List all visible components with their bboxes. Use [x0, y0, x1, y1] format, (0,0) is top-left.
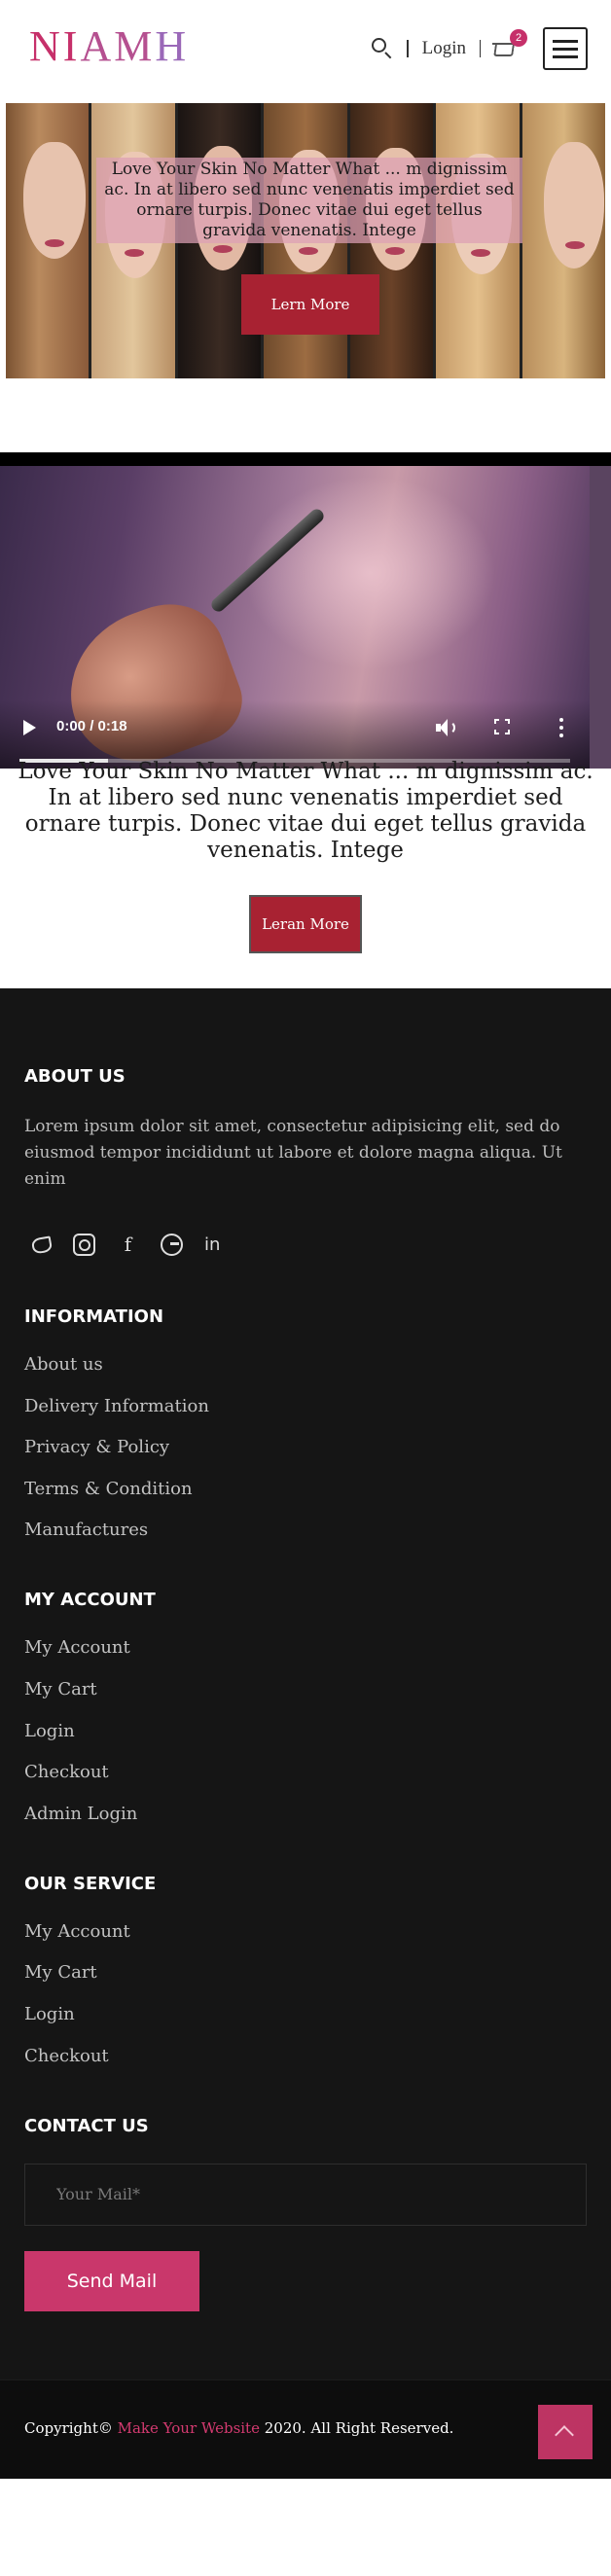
- header-actions: Login 2: [370, 27, 588, 70]
- footer-link-login[interactable]: Login: [24, 1721, 587, 1742]
- video-time: 0:00 / 0:18: [56, 718, 127, 734]
- footer-link-checkout[interactable]: Checkout: [24, 1762, 587, 1783]
- service-link-checkout[interactable]: Checkout: [24, 2046, 587, 2067]
- fullscreen-icon[interactable]: [494, 719, 510, 734]
- bottom-bar: Copyright© Make Your Website 2020. All R…: [0, 2379, 611, 2479]
- play-icon[interactable]: [23, 720, 36, 735]
- learn-more-button[interactable]: Lern More: [241, 274, 379, 335]
- hero-banner: Love Your Skin No Matter What ... m dign…: [6, 103, 605, 378]
- footer-link-my-account[interactable]: My Account: [24, 1637, 587, 1659]
- my-account-heading: MY ACCOUNT: [24, 1590, 156, 1611]
- spacer: [0, 961, 611, 988]
- footer-link-privacy-policy[interactable]: Privacy & Policy: [24, 1437, 587, 1458]
- volume-icon[interactable]: [436, 718, 455, 737]
- mail-input[interactable]: [24, 2163, 587, 2226]
- google-icon[interactable]: [161, 1234, 183, 1256]
- our-service-heading: OUR SERVICE: [24, 1873, 157, 1894]
- linkedin-icon[interactable]: in: [204, 1234, 227, 1256]
- footer-link-my-cart[interactable]: My Cart: [24, 1679, 587, 1700]
- about-text: Lorem ipsum dolor sit amet, consectetur …: [24, 1117, 562, 1189]
- service-link-login[interactable]: Login: [24, 2004, 587, 2025]
- hero-photo: [521, 103, 605, 378]
- site-logo[interactable]: NIAMH: [29, 21, 189, 71]
- chevron-up-icon: [555, 2424, 574, 2445]
- about-heading: ABOUT US: [24, 1066, 126, 1087]
- information-list: About us Delivery Information Privacy & …: [24, 1354, 587, 1541]
- contact-heading: CONTACT US: [24, 2115, 149, 2136]
- login-link[interactable]: Login: [422, 38, 466, 59]
- brand-link[interactable]: Make Your Website: [118, 2419, 260, 2437]
- my-account-list: My Account My Cart Login Checkout Admin …: [24, 1637, 587, 1824]
- divider: [480, 40, 481, 57]
- copyright-suffix: 2020. All Right Reserved.: [264, 2418, 454, 2437]
- our-service-list: My Account My Cart Login Checkout: [24, 1921, 587, 2067]
- divider: [406, 40, 409, 57]
- leran-more-button[interactable]: Leran More: [249, 895, 362, 953]
- service-link-my-cart[interactable]: My Cart: [24, 1962, 587, 1984]
- search-icon[interactable]: [370, 36, 395, 61]
- send-mail-button[interactable]: Send Mail: [24, 2250, 199, 2311]
- footer-link-delivery-information[interactable]: Delivery Information: [24, 1396, 587, 1417]
- cart-count-badge: 2: [510, 29, 527, 47]
- footer-link-about-us[interactable]: About us: [24, 1354, 587, 1376]
- instagram-icon[interactable]: [73, 1234, 95, 1256]
- copyright-prefix: Copyright©: [24, 2418, 113, 2437]
- social-links: f in: [30, 1234, 587, 1256]
- site-footer: ABOUT US Lorem ipsum dolor sit amet, con…: [0, 988, 611, 2379]
- hero-photo: [6, 103, 90, 378]
- hero-text: Love Your Skin No Matter What ... m dign…: [96, 158, 522, 243]
- site-header: NIAMH Login 2: [0, 0, 611, 103]
- information-heading: INFORMATION: [24, 1306, 164, 1327]
- twitter-icon[interactable]: [30, 1234, 54, 1255]
- video-caption: Love Your Skin No Matter What ... m dign…: [18, 759, 593, 863]
- menu-button[interactable]: [543, 27, 588, 70]
- spacer: [0, 378, 611, 452]
- more-options-icon[interactable]: [558, 718, 564, 737]
- video-player[interactable]: 0:00 / 0:18: [0, 466, 611, 769]
- scroll-to-top-button[interactable]: [538, 2404, 593, 2459]
- footer-link-manufactures[interactable]: Manufactures: [24, 1520, 587, 1541]
- footer-link-admin-login[interactable]: Admin Login: [24, 1804, 587, 1825]
- copyright-text: Copyright© Make Your Website 2020. All R…: [24, 2419, 453, 2437]
- service-link-my-account[interactable]: My Account: [24, 1921, 587, 1943]
- cart-icon[interactable]: 2: [492, 29, 527, 62]
- video-section: 0:00 / 0:18: [0, 452, 611, 769]
- footer-link-terms-condition[interactable]: Terms & Condition: [24, 1479, 587, 1500]
- facebook-icon[interactable]: f: [117, 1234, 139, 1256]
